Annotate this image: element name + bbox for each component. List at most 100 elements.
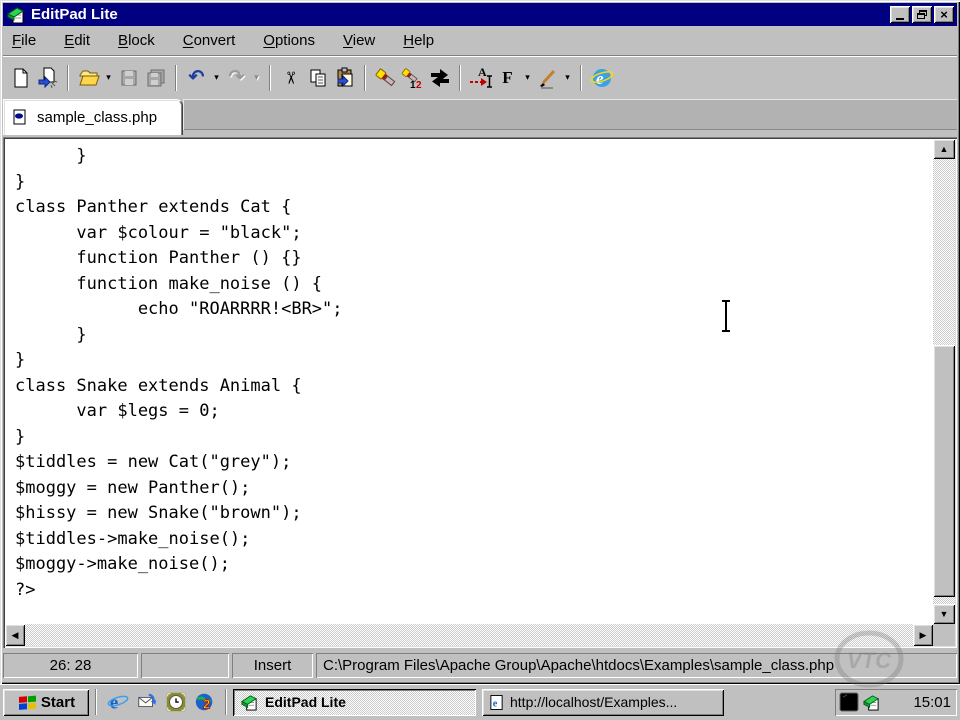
close-button[interactable]: × [934, 6, 954, 23]
redo-icon: ↷ [228, 67, 245, 88]
menu-help[interactable]: Help [394, 29, 443, 52]
code-line: $hissy = new Snake("brown"); [15, 503, 302, 523]
pen-dropdown[interactable]: ▾ [561, 64, 574, 91]
chevron-down-icon: ▾ [106, 72, 111, 82]
open-file-button[interactable] [75, 64, 102, 91]
code-editor[interactable]: } } class Panther extends Cat { var $col… [5, 139, 933, 624]
toolbar-separator [364, 64, 366, 91]
taskbar-clock[interactable]: 15:01 [884, 694, 951, 711]
undo-dropdown[interactable]: ▾ [210, 64, 223, 91]
vertical-scroll-track[interactable] [933, 159, 955, 604]
paste-button[interactable] [331, 64, 358, 91]
scroll-up-button[interactable]: ▲ [933, 139, 955, 159]
editor-frame: } } class Panther extends Cat { var $col… [3, 137, 957, 648]
chevron-down-icon: ▾ [214, 72, 219, 82]
pen-button[interactable] [534, 64, 561, 91]
replace-button[interactable] [426, 64, 453, 91]
quicklaunch-channels-button[interactable] [162, 689, 189, 716]
app-window: EditPad Lite × File Edit Block Convert O… [0, 0, 960, 684]
chevron-down-icon: ▾ [254, 72, 259, 82]
font-dropdown[interactable]: ▾ [521, 64, 534, 91]
redo-button[interactable]: ↷ [223, 64, 250, 91]
task-button-browser[interactable]: http://localhost/Examples... [482, 688, 724, 716]
scroll-right-icon: ▶ [919, 629, 927, 640]
undo-icon: ↶ [188, 67, 205, 88]
svg-text:e: e [109, 692, 118, 713]
title-bar[interactable]: EditPad Lite × [3, 3, 957, 26]
toolbar: ▾ ↶ ▾ ↷ ▾ ✂ 1 2 A F ▾ ▾ e [3, 58, 957, 97]
code-line: function make_noise () { [15, 273, 323, 294]
menu-file[interactable]: File [3, 29, 45, 52]
scroll-right-button[interactable]: ▶ [913, 624, 933, 646]
scroll-down-icon: ▼ [939, 608, 949, 619]
editpad-task-icon [241, 694, 257, 711]
task-label: EditPad Lite [265, 694, 346, 710]
quicklaunch-ie-button[interactable]: e [104, 689, 131, 716]
toolbar-separator [459, 64, 461, 91]
scroll-down-button[interactable]: ▼ [933, 604, 955, 624]
find-next-button[interactable]: 1 2 [399, 64, 426, 91]
minimize-button[interactable] [890, 6, 910, 23]
code-line: var $legs = 0; [15, 401, 220, 421]
taskbar: Start e 2 EditPad Lite http://localhost/… [0, 684, 960, 720]
vertical-scrollbar[interactable]: ▲ ▼ [933, 139, 955, 624]
horizontal-scrollbar[interactable]: ◀ ▶ [5, 624, 933, 646]
task-label: http://localhost/Examples... [510, 694, 678, 710]
insert-mode-panel: Insert [232, 653, 313, 678]
system-tray: 15:01 [835, 688, 957, 716]
save-button[interactable] [115, 64, 142, 91]
editpad-app-icon [7, 7, 24, 23]
channels-clock-icon [166, 692, 185, 712]
open-folder-icon [78, 70, 100, 85]
redo-dropdown[interactable]: ▾ [250, 64, 263, 91]
cut-button[interactable]: ✂ [277, 64, 304, 91]
replace-icon [430, 68, 449, 87]
ibeam-cursor [722, 300, 730, 332]
browser-button[interactable]: e [588, 64, 615, 91]
code-line: $moggy = new Panther(); [15, 477, 251, 498]
horizontal-scroll-track[interactable] [25, 624, 913, 646]
vertical-scroll-thumb[interactable] [933, 345, 955, 597]
ie-globe-icon: e [590, 68, 613, 88]
copy-button[interactable] [304, 64, 331, 91]
svg-text:2: 2 [203, 696, 210, 711]
code-line: echo "ROARRRR!<BR>"; [15, 299, 343, 319]
save-all-icon [147, 69, 164, 86]
goto-button[interactable]: A [467, 64, 494, 91]
desktop: e EditPad Lite × File Edit Block Convert… [0, 0, 960, 720]
toolbar-separator [269, 64, 271, 91]
cursor-position-panel: 26: 28 [3, 653, 138, 678]
new-window-button[interactable] [34, 64, 61, 91]
find-button[interactable] [372, 64, 399, 91]
menu-block[interactable]: Block [109, 29, 164, 52]
menu-view[interactable]: View [334, 29, 384, 52]
new-document-button[interactable] [7, 64, 34, 91]
save-all-button[interactable] [142, 64, 169, 91]
windows-logo-icon [18, 695, 36, 710]
code-line: $tiddles->make_noise(); [15, 528, 251, 549]
toolbar-separator [67, 64, 69, 91]
quicklaunch-world-button[interactable]: 2 [191, 689, 218, 716]
code-line: } [15, 426, 26, 447]
scroll-left-button[interactable]: ◀ [5, 624, 25, 646]
menu-bar: File Edit Block Convert Options View Hel… [3, 26, 957, 56]
open-file-dropdown[interactable]: ▾ [102, 64, 115, 91]
font-button[interactable]: F [494, 64, 521, 91]
tab-sample-class-php[interactable]: sample_class.php [3, 99, 183, 135]
undo-button[interactable]: ↶ [183, 64, 210, 91]
start-button[interactable]: Start [3, 688, 89, 716]
tray-editpad-icon[interactable] [862, 694, 881, 711]
tray-display-icon[interactable] [839, 692, 859, 712]
close-icon: × [940, 7, 948, 22]
menu-convert[interactable]: Convert [174, 29, 245, 52]
task-button-editpad[interactable]: EditPad Lite [233, 688, 476, 716]
ie-icon: e [107, 692, 128, 713]
taskbar-separator [95, 689, 97, 715]
menu-edit[interactable]: Edit [55, 29, 99, 52]
globe-2-icon: 2 [195, 693, 212, 712]
menu-options[interactable]: Options [254, 29, 324, 52]
code-line: class Panther extends Cat { [15, 197, 292, 217]
pencil-icon [539, 69, 555, 89]
restore-button[interactable] [912, 6, 932, 23]
quicklaunch-mail-button[interactable] [133, 689, 160, 716]
